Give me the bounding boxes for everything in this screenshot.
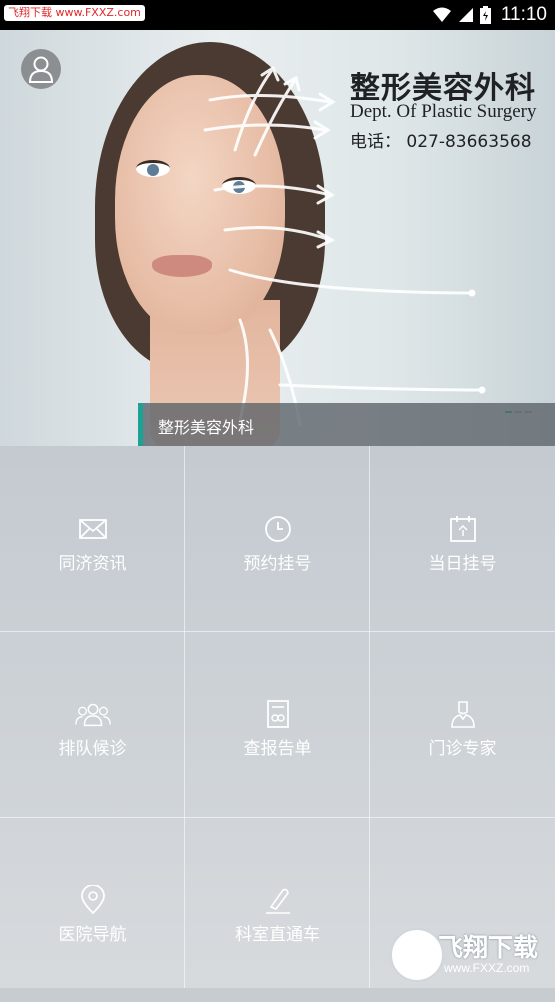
banner-caption: 整形美容外科 (138, 403, 555, 446)
menu-label: 科室直通车 (235, 925, 320, 945)
menu-item-department[interactable]: 科室直通车 (185, 817, 370, 1002)
mail-icon (78, 519, 107, 539)
watermark-logo-icon (390, 928, 444, 982)
watermark-label: 飞翔下载 www.FXXZ.com (4, 5, 145, 21)
menu-item-appointment[interactable]: 预约挂号 (185, 446, 370, 631)
banner-subtitle: Dept. Of Plastic Surgery (350, 101, 537, 122)
clock-time: 11:10 (500, 4, 547, 25)
menu-label: 门诊专家 (428, 739, 497, 759)
calendar-icon (449, 516, 476, 542)
banner-carousel[interactable]: 整形美容外科 Dept. Of Plastic Surgery 电话： 027-… (0, 30, 555, 446)
menu-label: 查报告单 (243, 739, 312, 759)
menu-item-same-day[interactable]: 当日挂号 (370, 446, 555, 631)
location-icon (80, 885, 105, 915)
status-bar: 飞翔下载 www.FXXZ.com 11:10 (0, 0, 555, 30)
menu-item-reports[interactable]: 查报告单 (185, 631, 370, 816)
menu-item-navigation[interactable]: 医院导航 (0, 817, 185, 1002)
menu-label: 排队候诊 (58, 739, 127, 759)
people-icon (74, 703, 111, 727)
profile-button[interactable] (21, 49, 61, 89)
user-icon (28, 56, 54, 83)
menu-label: 当日挂号 (428, 554, 497, 574)
menu-label: 医院导航 (58, 925, 127, 945)
watermark-logo: 飞翔下载 www.FXXZ.com (386, 924, 546, 984)
menu-label: 预约挂号 (243, 554, 312, 574)
banner-phone: 电话： 027-83663568 (350, 132, 532, 152)
watermark-logo-url: www.FXXZ.com (444, 961, 530, 975)
doctor-icon (450, 701, 475, 728)
banner-caption-text: 整形美容外科 (158, 418, 255, 437)
menu-item-queue[interactable]: 排队候诊 (0, 631, 185, 816)
menu-label: 同济资讯 (58, 554, 127, 574)
signal-icon (458, 8, 473, 22)
menu-item-news[interactable]: 同济资讯 (0, 446, 185, 631)
pen-icon (265, 888, 290, 914)
wifi-icon (432, 7, 451, 22)
clock-icon (264, 516, 291, 542)
menu-grid: 同济资讯 预约挂号 当日挂号 排队候诊 查报告单 门诊专家 医院导航 科室直通车 (0, 446, 555, 988)
menu-item-experts[interactable]: 门诊专家 (370, 631, 555, 816)
watermark-logo-text: 飞翔下载 (438, 933, 539, 962)
report-icon (266, 700, 289, 728)
battery-icon (479, 6, 491, 24)
